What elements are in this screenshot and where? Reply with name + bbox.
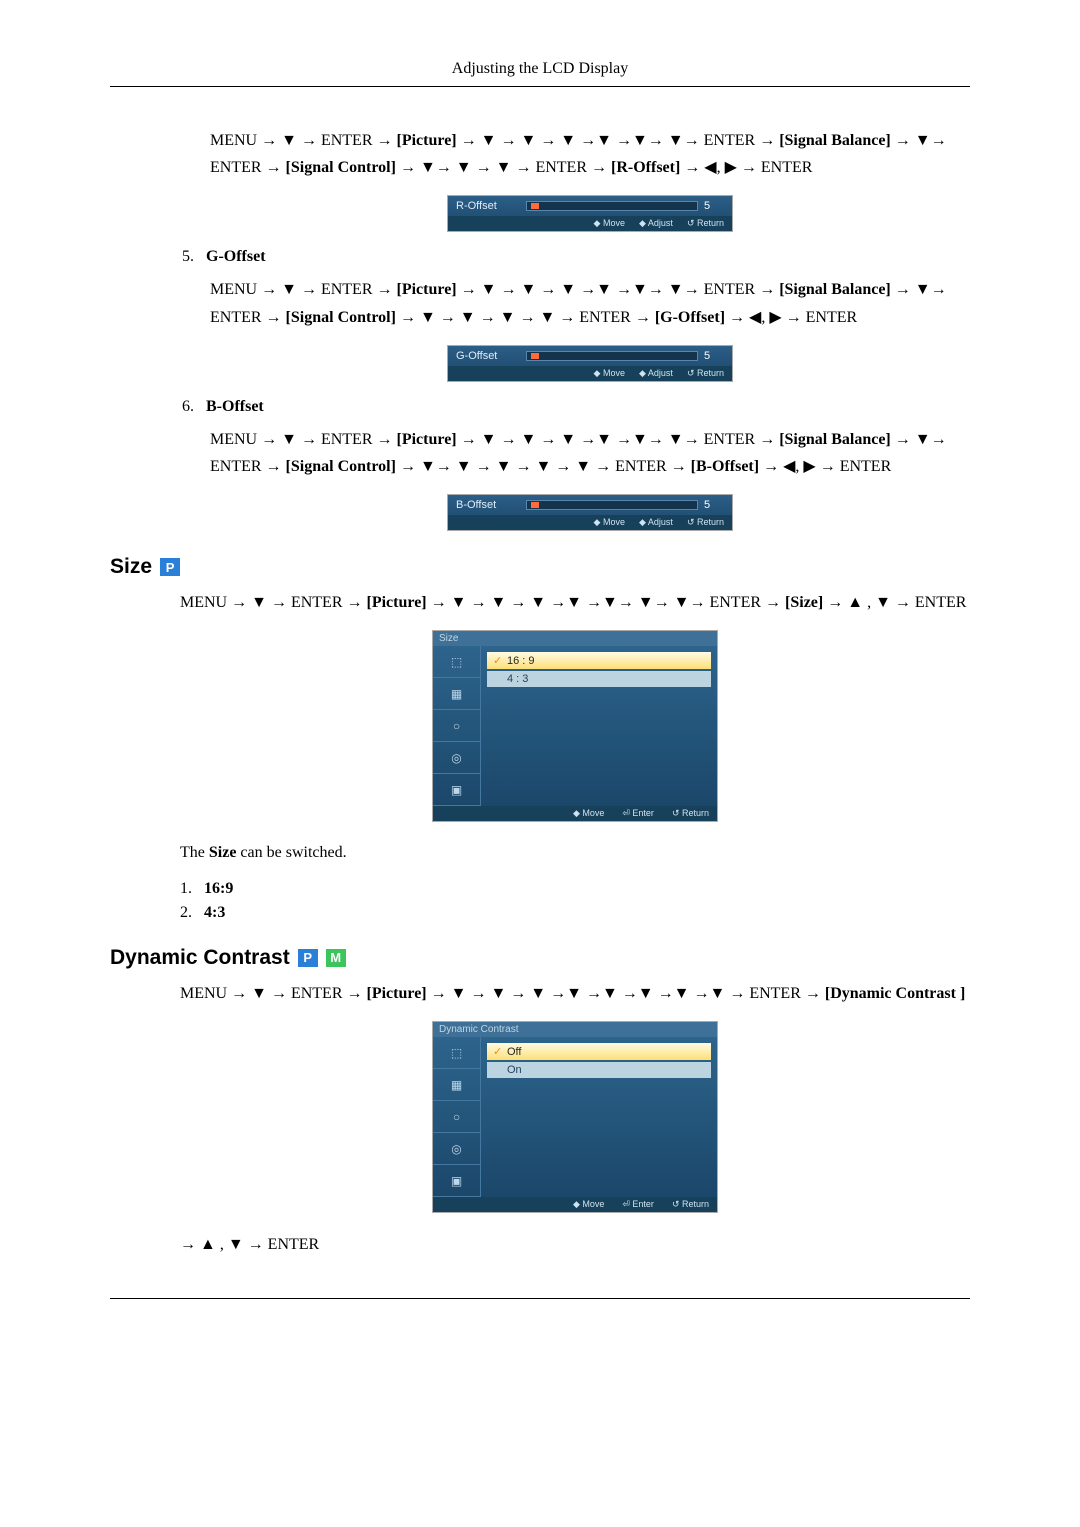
menu-title: Dynamic Contrast: [433, 1022, 717, 1037]
page-header: Adjusting the LCD Display: [110, 60, 970, 87]
menu-icon[interactable]: ⬚: [433, 646, 481, 678]
footer-adjust: ◆ Adjust: [639, 368, 673, 379]
dynamic-contrast-heading: Dynamic Contrast P M: [110, 946, 970, 970]
p-badge-icon: P: [298, 949, 318, 967]
boffset-slider: B-Offset 5 ◆ Move ◆ Adjust ↺ Return: [447, 494, 733, 531]
m-badge-icon: M: [326, 949, 346, 967]
slider-label: G-Offset: [456, 350, 526, 362]
footer-move: ◆ Move: [573, 1199, 604, 1210]
slider-value: 5: [704, 499, 724, 511]
boffset-path: MENU → ▼ → ENTER → [Picture] → ▼ → ▼ → ▼…: [210, 426, 970, 480]
menu-icon[interactable]: ⬚: [433, 1037, 481, 1069]
footer-return: ↺ Return: [687, 368, 724, 379]
menu-icon[interactable]: ▦: [433, 1069, 481, 1101]
menu-icon[interactable]: ○: [433, 710, 481, 742]
menu-title: Size: [433, 631, 717, 646]
dyncontrast-path: MENU → ▼ → ENTER → [Picture] → ▼ → ▼ → ▼…: [180, 980, 970, 1007]
goffset-path: MENU → ▼ → ENTER → [Picture] → ▼ → ▼ → ▼…: [210, 276, 970, 330]
footer-adjust: ◆ Adjust: [639, 517, 673, 528]
footer-return: ↺ Return: [687, 517, 724, 528]
menu-icon[interactable]: ▣: [433, 1165, 481, 1197]
menu-option[interactable]: On: [487, 1062, 711, 1078]
size-menu: Size ⬚ ▦ ○ ◎ ▣ ✓16 : 9 4 : 3 ◆ Move ⏎ En…: [432, 630, 718, 822]
slider-bar[interactable]: [526, 351, 698, 361]
menu-option[interactable]: ✓16 : 9: [487, 652, 711, 669]
menu-icon[interactable]: ▣: [433, 774, 481, 806]
roffset-path: MENU → ▼ → ENTER → [Picture] → ▼ → ▼ → ▼…: [210, 127, 970, 181]
slider-value: 5: [704, 200, 724, 212]
slider-bar[interactable]: [526, 500, 698, 510]
dyncontrast-menu: Dynamic Contrast ⬚ ▦ ○ ◎ ▣ ✓Off On ◆ Mov…: [432, 1021, 718, 1213]
menu-option[interactable]: 4 : 3: [487, 671, 711, 687]
slider-value: 5: [704, 350, 724, 362]
footer-move: ◆ Move: [594, 218, 625, 229]
size-body: The Size can be switched.: [180, 840, 970, 866]
size-path: MENU → ▼ → ENTER → [Picture] → ▼ → ▼ → ▼…: [180, 589, 970, 616]
footer-enter: ⏎ Enter: [622, 808, 654, 819]
footer-move: ◆ Move: [594, 368, 625, 379]
footer-return: ↺ Return: [672, 808, 709, 819]
goffset-heading: 5.G-Offset: [182, 248, 970, 266]
menu-icon[interactable]: ◎: [433, 742, 481, 774]
dyncontrast-suffix: → ▲ , ▼ → ENTER: [180, 1231, 970, 1258]
footer-return: ↺ Return: [687, 218, 724, 229]
slider-label: R-Offset: [456, 200, 526, 212]
footer-move: ◆ Move: [573, 808, 604, 819]
menu-icon[interactable]: ◎: [433, 1133, 481, 1165]
menu-option[interactable]: ✓Off: [487, 1043, 711, 1060]
roffset-slider: R-Offset 5 ◆ Move ◆ Adjust ↺ Return: [447, 195, 733, 232]
footer-adjust: ◆ Adjust: [639, 218, 673, 229]
menu-icon[interactable]: ○: [433, 1101, 481, 1133]
size-heading: Size P: [110, 555, 970, 579]
page-title: Adjusting the LCD Display: [452, 60, 628, 77]
footer-rule: [110, 1298, 970, 1299]
size-list: 1.16:9 2.4:3: [180, 880, 970, 922]
slider-label: B-Offset: [456, 499, 526, 511]
footer-return: ↺ Return: [672, 1199, 709, 1210]
menu-icon[interactable]: ▦: [433, 678, 481, 710]
goffset-slider: G-Offset 5 ◆ Move ◆ Adjust ↺ Return: [447, 345, 733, 382]
boffset-heading: 6.B-Offset: [182, 398, 970, 416]
p-badge-icon: P: [160, 558, 180, 576]
footer-enter: ⏎ Enter: [622, 1199, 654, 1210]
slider-bar[interactable]: [526, 201, 698, 211]
footer-move: ◆ Move: [594, 517, 625, 528]
